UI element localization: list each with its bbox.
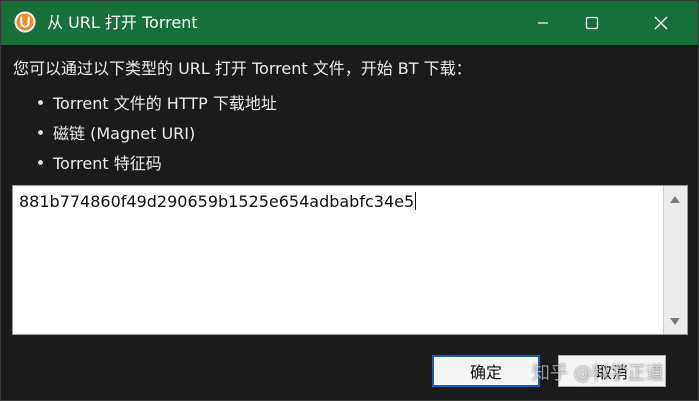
list-item-label: Torrent 特征码 bbox=[53, 154, 162, 173]
text-caret bbox=[415, 192, 417, 210]
bullet-icon bbox=[37, 158, 44, 166]
list-item-label: Torrent 文件的 HTTP 下载地址 bbox=[53, 94, 277, 113]
cancel-button[interactable]: 取消 bbox=[558, 355, 666, 387]
ok-button[interactable]: 确定 bbox=[432, 355, 540, 387]
window-title: 从 URL 打开 Torrent bbox=[47, 13, 198, 32]
vertical-scrollbar[interactable] bbox=[663, 186, 687, 334]
list-item: Torrent 文件的 HTTP 下载地址 bbox=[37, 87, 277, 117]
minimize-button[interactable] bbox=[520, 1, 566, 45]
maximize-button[interactable] bbox=[569, 1, 615, 45]
list-item: Torrent 特征码 bbox=[37, 147, 277, 177]
minimize-icon bbox=[538, 22, 548, 24]
close-icon bbox=[654, 16, 668, 30]
url-input-value: 881b774860f49d290659b1525e654adbabfc34e5 bbox=[19, 192, 415, 211]
supported-url-types-list: Torrent 文件的 HTTP 下载地址 磁链 (Magnet URI) To… bbox=[37, 87, 277, 177]
list-item: 磁链 (Magnet URI) bbox=[37, 117, 277, 147]
utorrent-logo-icon bbox=[14, 11, 36, 33]
close-button[interactable] bbox=[638, 1, 684, 45]
scroll-down-icon[interactable] bbox=[670, 318, 680, 325]
maximize-icon bbox=[585, 16, 599, 30]
open-torrent-url-dialog: 从 URL 打开 Torrent 您可以通过以下类型的 URL 打开 Torre… bbox=[0, 0, 699, 401]
url-input-text[interactable]: 881b774860f49d290659b1525e654adbabfc34e5 bbox=[19, 191, 659, 213]
bullet-icon bbox=[37, 98, 44, 106]
description-text: 您可以通过以下类型的 URL 打开 Torrent 文件，开始 BT 下载： bbox=[13, 59, 472, 78]
url-input[interactable]: 881b774860f49d290659b1525e654adbabfc34e5 bbox=[12, 185, 688, 335]
bullet-icon bbox=[37, 128, 44, 136]
scroll-up-icon[interactable] bbox=[670, 196, 680, 203]
title-bar[interactable]: 从 URL 打开 Torrent bbox=[1, 1, 698, 45]
list-item-label: 磁链 (Magnet URI) bbox=[53, 124, 196, 143]
